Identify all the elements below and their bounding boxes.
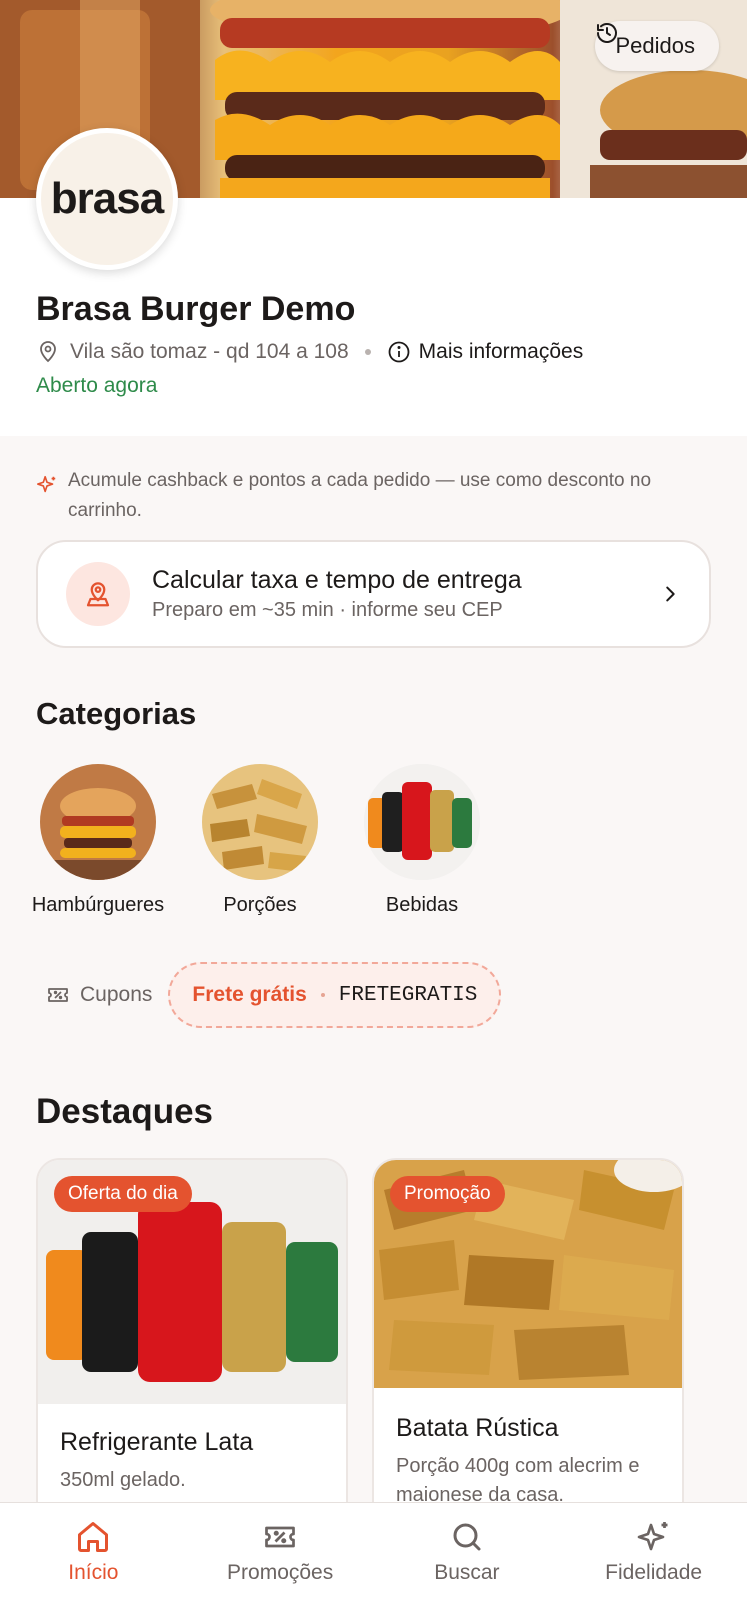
categories-title: Categorias xyxy=(36,696,197,731)
bottom-navigation: Início Promoções Buscar Fidelidade xyxy=(0,1502,747,1600)
nav-label: Buscar xyxy=(434,1560,500,1584)
nav-search[interactable]: Buscar xyxy=(382,1519,552,1585)
separator-dot xyxy=(320,993,325,997)
nav-promotions[interactable]: Promoções xyxy=(195,1519,365,1585)
orders-button[interactable]: Pedidos xyxy=(595,21,719,71)
highlight-card-soda[interactable]: Oferta do dia Refrigerante Lata 350ml ge… xyxy=(36,1158,348,1558)
coupon-chip[interactable]: Frete grátis FRETEGRATIS xyxy=(168,962,502,1028)
category-portions-image xyxy=(202,764,318,880)
card-badge: Promoção xyxy=(390,1176,505,1212)
store-logo: brasa xyxy=(36,128,178,270)
home-icon xyxy=(78,1521,109,1552)
soda-image: Oferta do dia xyxy=(38,1160,346,1404)
more-info-label: Mais informações xyxy=(418,340,584,363)
nav-loyalty[interactable]: Fidelidade xyxy=(569,1519,739,1585)
highlights-title: Destaques xyxy=(36,1092,214,1131)
card-description: 350ml gelado. xyxy=(60,1469,186,1491)
more-info-link[interactable]: Mais informações xyxy=(387,340,584,364)
delivery-title: Calcular taxa e tempo de entrega xyxy=(152,566,522,594)
highlights-list: Oferta do dia Refrigerante Lata 350ml ge… xyxy=(36,1158,684,1558)
coupon-icon xyxy=(48,988,68,1002)
category-label: Hambúrgueres xyxy=(31,894,165,916)
coupons-label-group: Cupons xyxy=(46,983,152,1007)
store-meta: Vila são tomaz - qd 104 a 108 Mais infor… xyxy=(36,340,583,364)
info-icon xyxy=(388,341,410,363)
history-icon xyxy=(597,23,618,43)
coupons-label: Cupons xyxy=(80,983,153,1006)
store-address: Vila são tomaz - qd 104 a 108 xyxy=(70,340,349,363)
delivery-calculator-card[interactable]: Calcular taxa e tempo de entrega Preparo… xyxy=(36,540,711,648)
sparkles-icon xyxy=(637,1521,668,1550)
card-title: Batata Rústica xyxy=(396,1414,559,1442)
coupons-row: Cupons Frete grátis FRETEGRATIS xyxy=(36,962,502,1028)
category-portions[interactable]: Porções xyxy=(190,764,330,917)
cashback-text: Acumule cashback e pontos a cada pedido … xyxy=(68,470,652,521)
chevron-right-icon xyxy=(666,586,675,602)
category-label: Bebidas xyxy=(385,894,459,916)
nav-label: Início xyxy=(68,1560,119,1584)
sparkles-icon xyxy=(37,475,56,493)
map-pin-icon xyxy=(86,582,110,607)
delivery-subtitle: Preparo em ~35 min · informe seu CEP xyxy=(152,599,503,621)
potato-image: Promoção xyxy=(374,1160,682,1388)
highlight-card-potato[interactable]: Promoção Batata Rústica Porção 400g com … xyxy=(372,1158,684,1558)
store-name: Brasa Burger Demo xyxy=(36,290,356,328)
search-icon xyxy=(453,1523,481,1550)
coupon-icon xyxy=(265,1526,295,1547)
location-pin-icon xyxy=(40,341,56,363)
nav-label: Promoções xyxy=(227,1560,334,1584)
category-label: Porções xyxy=(223,894,297,916)
category-list: Hambúrgueres Porções Bebidas xyxy=(28,764,492,917)
category-drinks[interactable]: Bebidas xyxy=(352,764,492,917)
category-burgers-image xyxy=(40,764,156,880)
nav-home[interactable]: Início xyxy=(8,1519,178,1585)
delivery-icon-wrapper xyxy=(66,562,130,626)
coupon-code: FRETEGRATIS xyxy=(338,983,478,1007)
cashback-notice: Acumule cashback e pontos a cada pedido … xyxy=(36,466,716,526)
coupon-name: Frete grátis xyxy=(192,983,307,1006)
separator-dot xyxy=(364,349,371,355)
category-drinks-image xyxy=(364,764,480,880)
category-burgers[interactable]: Hambúrgueres xyxy=(28,764,168,917)
store-status: Aberto agora xyxy=(36,374,158,397)
card-badge: Oferta do dia xyxy=(54,1176,192,1212)
orders-button-label: Pedidos xyxy=(615,33,695,58)
card-title: Refrigerante Lata xyxy=(60,1428,254,1456)
nav-label: Fidelidade xyxy=(605,1560,703,1584)
